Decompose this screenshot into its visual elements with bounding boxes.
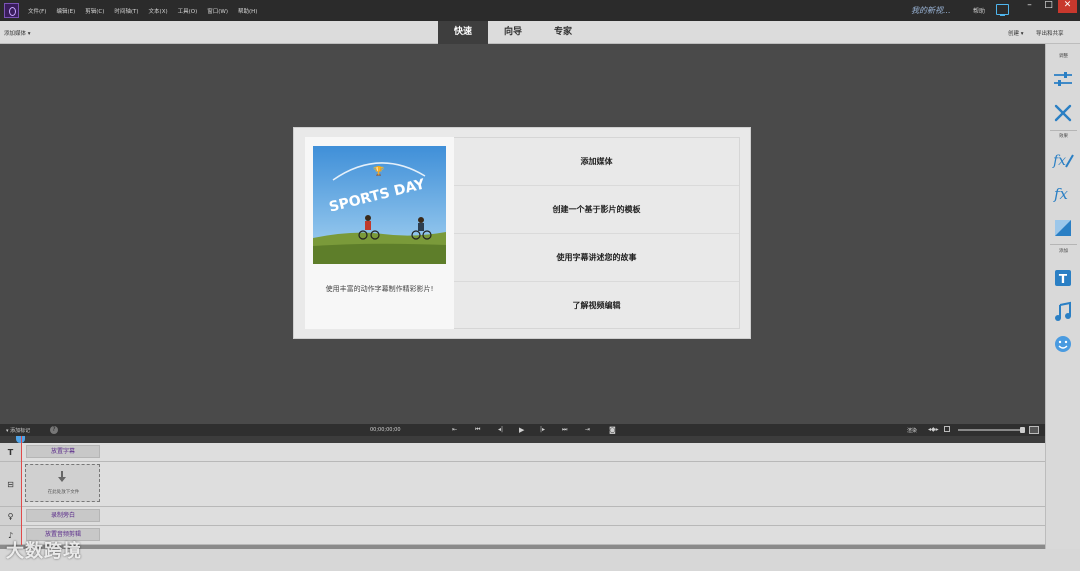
timeline-ruler[interactable] — [0, 436, 1045, 443]
menu-text[interactable]: 文本(X) — [149, 7, 168, 15]
music-note-icon[interactable] — [1052, 301, 1074, 323]
option-learn-editing[interactable]: 了解视频编辑 — [454, 282, 739, 330]
goto-end-icon[interactable]: ⇥ — [585, 426, 590, 433]
sports-day-thumbnail[interactable]: 🏆 SPORTS DAY — [313, 146, 446, 264]
render-button[interactable]: 渲染 — [907, 427, 917, 434]
menu-window[interactable]: 窗口(W) — [207, 7, 228, 15]
svg-text:fx: fx — [1052, 153, 1066, 169]
fx-effects-icon[interactable]: fx — [1052, 183, 1074, 205]
status-bar — [0, 549, 1080, 571]
option-titles-story[interactable]: 使用字幕讲述您的故事 — [454, 234, 739, 282]
panel-separator — [1050, 130, 1077, 131]
create-dropdown[interactable]: 创建 ▾ — [1008, 29, 1024, 37]
video-track: ⊟ 在此处放下文件 — [0, 462, 1045, 507]
camera-icon[interactable]: ◙ — [609, 426, 616, 434]
record-narration-slot[interactable]: 录制旁白 — [26, 509, 100, 522]
close-button[interactable]: ✕ — [1058, 0, 1077, 13]
title-track: T 放置字幕 — [0, 443, 1045, 462]
panel-separator — [1050, 244, 1077, 245]
add-media-dropdown[interactable]: 添加媒体 ▾ — [4, 29, 31, 37]
zoom-slider-handle[interactable] — [1020, 427, 1025, 433]
mode-bar: 添加媒体 ▾ 快速 向导 专家 创建 ▾ 导出和共享 — [0, 21, 1080, 44]
tab-guided[interactable]: 向导 — [488, 21, 538, 44]
tab-expert[interactable]: 专家 — [538, 21, 588, 44]
monitor-stage: 🏆 SPORTS DAY 使用丰富的动作字幕制作精彩影片! 添加媒体 创建一个基… — [0, 44, 1045, 424]
tools-wrench-icon[interactable] — [1052, 102, 1074, 124]
play-icon[interactable]: ▶ — [519, 426, 524, 434]
graphics-smiley-icon[interactable] — [1052, 333, 1074, 355]
right-tool-panel: 调整 效果 fx fx 添加 T — [1045, 44, 1080, 554]
drop-files-text: 在此处放下文件 — [47, 490, 80, 495]
label-adjust: 调整 — [1059, 54, 1068, 59]
titles-text-icon[interactable]: T — [1052, 267, 1074, 289]
add-marker-dropdown[interactable]: ▾ 添加标记 — [6, 427, 30, 434]
next-edit-icon[interactable]: ⏭ — [562, 426, 567, 434]
help-menu[interactable]: 帮助 — [973, 6, 985, 15]
export-share-button[interactable]: 导出和共享 — [1036, 29, 1064, 37]
option-add-media[interactable]: 添加媒体 — [454, 138, 739, 186]
fit-icon[interactable] — [944, 426, 950, 432]
mode-tabs: 快速 向导 专家 — [438, 21, 588, 44]
svg-text:T: T — [1059, 272, 1068, 286]
previous-edit-icon[interactable]: ⏮ — [475, 426, 480, 434]
label-add: 添加 — [1059, 249, 1068, 254]
app-logo-icon — [4, 3, 19, 18]
tv-icon[interactable] — [996, 4, 1009, 16]
tab-quick[interactable]: 快速 — [438, 21, 488, 44]
zoom-slider[interactable] — [958, 427, 1025, 433]
goto-start-icon[interactable]: ⇤ — [452, 426, 457, 433]
welcome-preview: 🏆 SPORTS DAY 使用丰富的动作字幕制作精彩影片! — [305, 137, 454, 329]
menu-tools[interactable]: 工具(O) — [178, 7, 198, 15]
microphone-icon: ♀ — [0, 507, 22, 525]
fx-applied-effects-icon[interactable]: fx — [1052, 149, 1074, 171]
menu-bar: 文件(F) 编辑(E) 剪辑(C) 时间轴(T) 文本(X) 工具(O) 窗口(… — [28, 7, 257, 15]
preview-caption: 使用丰富的动作字幕制作精彩影片! — [325, 285, 434, 293]
title-bar: 文件(F) 编辑(E) 剪辑(C) 时间轴(T) 文本(X) 工具(O) 窗口(… — [0, 0, 1080, 21]
minimize-button[interactable]: – — [1020, 0, 1039, 13]
text-track-icon: T — [0, 443, 22, 461]
adjust-sliders-icon[interactable] — [1052, 68, 1074, 90]
menu-timeline[interactable]: 时间轴(T) — [114, 7, 138, 15]
audio-track: ♪ 放置音频剪辑 — [0, 526, 1045, 545]
svg-text:🏆: 🏆 — [373, 165, 384, 177]
timeline-tracks: T 放置字幕 ⊟ 在此处放下文件 ♀ 录制旁白 ♪ 放置音频剪辑 — [0, 443, 1045, 545]
drop-title-slot[interactable]: 放置字幕 — [26, 445, 100, 458]
narration-track: ♀ 录制旁白 — [0, 507, 1045, 526]
video-track-icon: ⊟ — [0, 462, 22, 506]
premiere-elements-window: 文件(F) 编辑(E) 剪辑(C) 时间轴(T) 文本(X) 工具(O) 窗口(… — [0, 0, 1080, 571]
drop-arrow-icon — [58, 471, 66, 482]
option-create-template[interactable]: 创建一个基于影片的模板 — [454, 186, 739, 234]
timeline-toolbar: ▾ 添加标记 ? 00;00;00;00 ⇤ ⏮ ◂| ▶ |▸ ⏭ ⇥ ◙ 渲… — [0, 424, 1045, 436]
label-effects: 效果 — [1059, 134, 1068, 139]
svg-text:fx: fx — [1053, 185, 1069, 203]
project-name[interactable]: 我的新视... — [911, 5, 951, 16]
drop-files-zone[interactable]: 在此处放下文件 — [25, 464, 100, 502]
step-forward-icon[interactable]: |▸ — [540, 426, 545, 433]
window-controls: – □ ✕ — [1020, 0, 1077, 13]
menu-file[interactable]: 文件(F) — [28, 7, 46, 15]
watermark: 大数跨境 — [6, 541, 82, 562]
zoom-fit-icon[interactable]: ◂◆▸ — [928, 426, 939, 433]
transitions-icon[interactable] — [1052, 217, 1074, 239]
welcome-panel: 🏆 SPORTS DAY 使用丰富的动作字幕制作精彩影片! 添加媒体 创建一个基… — [293, 127, 751, 339]
menu-edit[interactable]: 编辑(E) — [56, 7, 75, 15]
timeline-view-toggle[interactable] — [1029, 426, 1039, 434]
help-icon[interactable]: ? — [50, 426, 58, 434]
maximize-button[interactable]: □ — [1039, 0, 1058, 13]
menu-help[interactable]: 帮助(H) — [238, 7, 257, 15]
menu-clip[interactable]: 剪辑(C) — [85, 7, 104, 15]
welcome-options: 添加媒体 创建一个基于影片的模板 使用字幕讲述您的故事 了解视频编辑 — [454, 137, 740, 329]
step-back-icon[interactable]: ◂| — [498, 426, 503, 433]
timecode[interactable]: 00;00;00;00 — [370, 427, 401, 433]
